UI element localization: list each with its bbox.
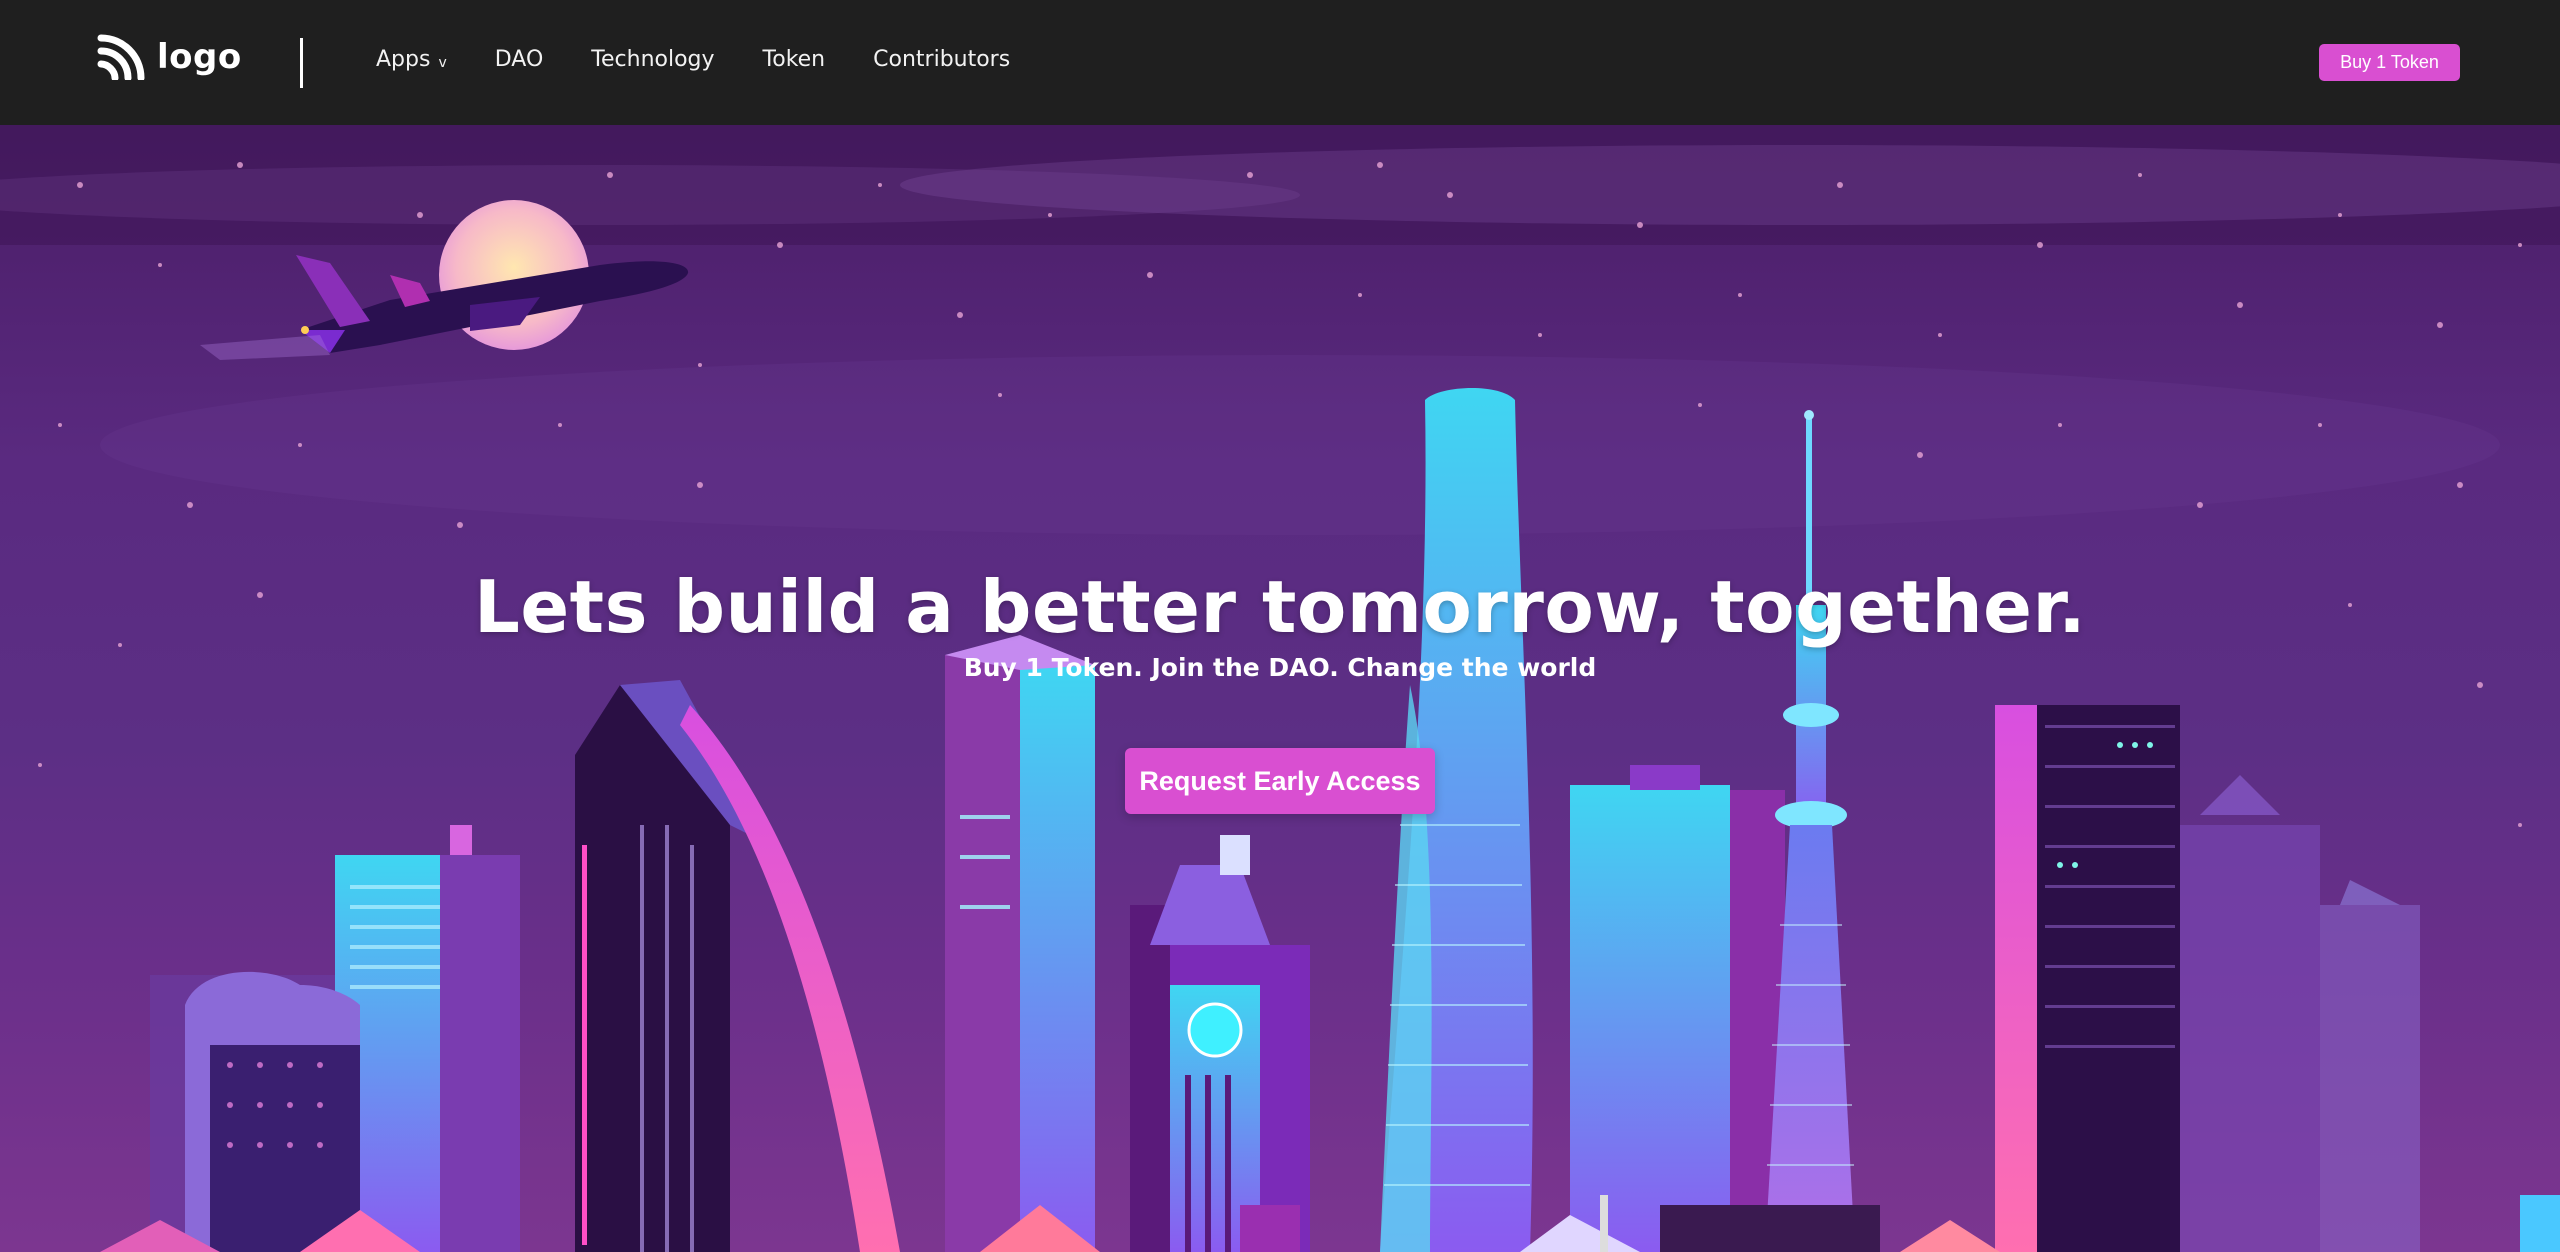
nav-item-technology[interactable]: Technology [591,47,714,72]
nav-item-dao[interactable]: DAO [495,47,544,72]
nav-item-apps-label: Apps [376,47,431,72]
nav-item-token[interactable]: Token [763,47,826,72]
nav-item-technology-label: Technology [591,47,715,72]
main-nav: Apps v DAO Technology Token Contributors [376,47,1058,72]
nav-item-apps[interactable]: Apps v [376,47,447,72]
logo[interactable]: logo [97,34,242,80]
nav-item-dao-label: DAO [494,47,544,72]
rss-wave-icon [97,34,145,80]
nav-item-contributors[interactable]: Contributors [873,47,1010,72]
chevron-down-icon: v [438,54,447,71]
request-early-access-button[interactable]: Request Early Access [1125,748,1435,814]
buy-token-button[interactable]: Buy 1 Token [2319,44,2460,81]
header-divider [300,38,303,88]
hero-section: Lets build a better tomorrow, together. … [0,125,2560,1252]
hero-headline: Lets build a better tomorrow, together. [473,565,2087,649]
top-navigation-bar: logo Apps v DAO Technology Token Contrib… [0,0,2560,125]
logo-text: logo [157,37,242,77]
hero-subheadline: Buy 1 Token. Join the DAO. Change the wo… [963,653,1597,682]
nav-item-token-label: Token [762,47,826,72]
nav-item-contributors-label: Contributors [873,47,1011,72]
city-skyline-illustration [0,125,2560,1252]
